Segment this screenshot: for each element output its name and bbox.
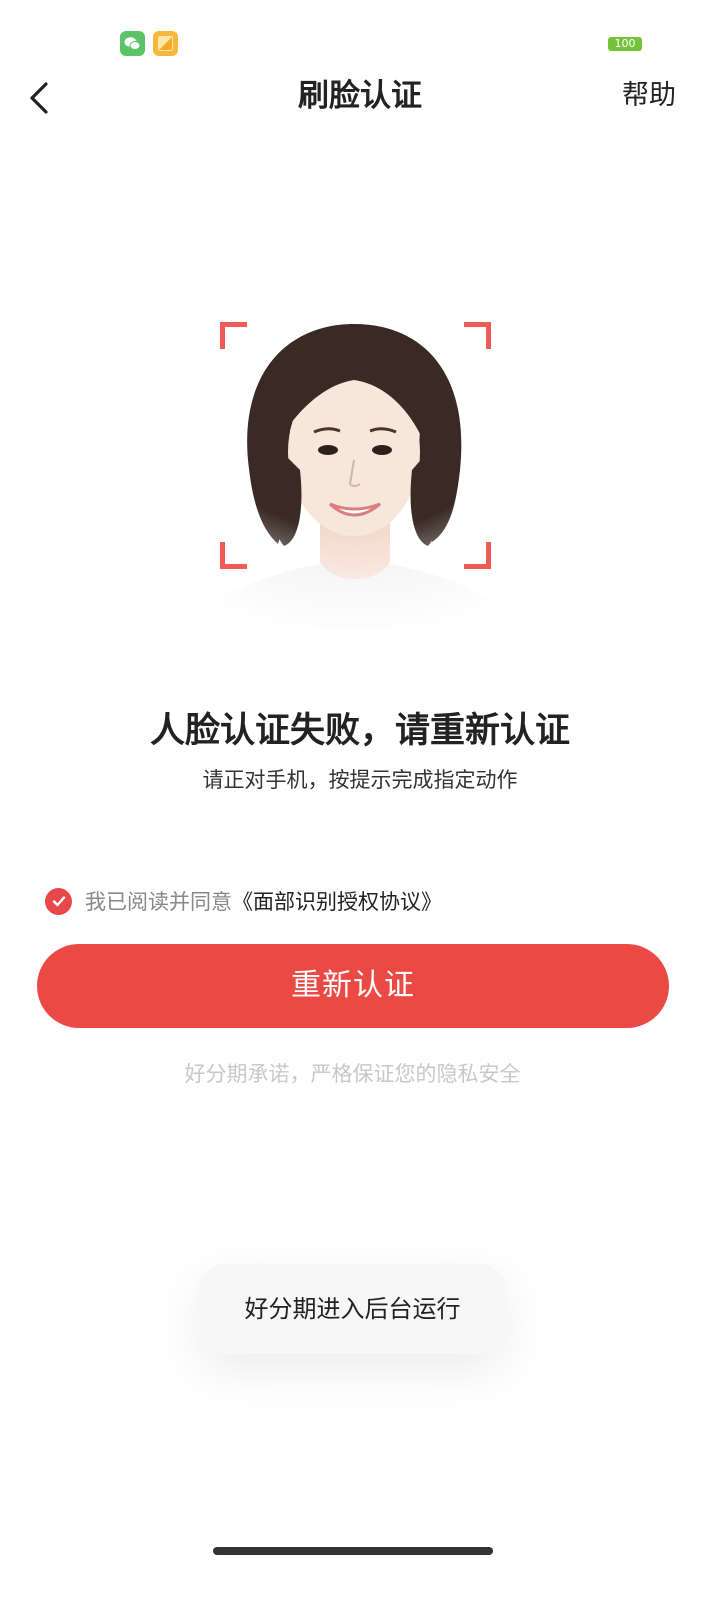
home-indicator[interactable] <box>213 1547 493 1555</box>
failure-title: 人脸认证失败，请重新认证 <box>149 711 570 751</box>
agreement-checkbox[interactable] <box>45 887 72 915</box>
frame-corner-top-left <box>220 322 247 349</box>
frame-corner-bottom-left <box>220 542 247 569</box>
frame-corner-top-right <box>464 322 491 349</box>
frame-corner-bottom-right <box>464 542 491 569</box>
agreement-link[interactable]: 《面部识别授权协议》 <box>232 886 442 916</box>
retry-auth-button[interactable]: 重新认证 <box>37 944 669 1028</box>
failure-subtitle: 请正对手机，按提示完成指定动作 <box>202 768 518 792</box>
page-title: 刷脸认证 <box>298 78 422 114</box>
agreement-row: 我已阅读并同意 《面部识别授权协议》 <box>45 884 442 918</box>
check-icon <box>52 896 65 907</box>
chevron-left-icon <box>30 82 48 114</box>
help-link[interactable]: 帮助 <box>622 68 676 124</box>
face-illustration <box>170 300 540 640</box>
wechat-icon <box>120 31 145 56</box>
back-button[interactable] <box>22 76 62 120</box>
gallery-icon <box>153 31 178 56</box>
nav-bar: 刷脸认证 帮助 <box>0 68 720 128</box>
privacy-note: 好分期承诺，严格保证您的隐私安全 <box>184 1062 521 1086</box>
face-portrait-image <box>170 300 540 640</box>
agreement-prefix: 我已阅读并同意 <box>85 890 232 914</box>
battery-indicator: 100 <box>608 37 642 51</box>
toast-message: 好分期进入后台运行 <box>199 1264 506 1354</box>
